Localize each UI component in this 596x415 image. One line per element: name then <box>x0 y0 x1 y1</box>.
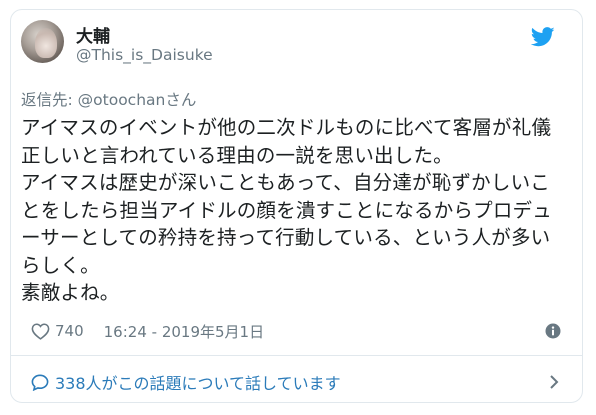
heart-icon[interactable] <box>31 322 50 340</box>
conversation-link[interactable]: 338人がこの話題について話しています <box>31 370 341 394</box>
avatar[interactable] <box>21 20 64 63</box>
tweet-meta: 740 16:24 - 2019年5月1日 <box>31 320 264 342</box>
author-display-name[interactable]: 大輔 <box>76 22 110 47</box>
timestamp[interactable]: 16:24 - 2019年5月1日 <box>104 321 264 342</box>
author-screen-name[interactable]: @This_is_Daisuke <box>76 46 213 64</box>
reply-to-label[interactable]: 返信先: @otoochanさん <box>21 88 196 110</box>
tweet-text: アイマスのイベントが他の二次ドルものに比べて客層が礼儀正しいと言われている理由の… <box>21 116 552 304</box>
chevron-right-icon[interactable] <box>549 374 559 390</box>
speech-bubble-icon <box>31 374 49 391</box>
info-icon[interactable] <box>545 323 561 339</box>
twitter-bird-icon[interactable] <box>531 27 555 47</box>
like-count[interactable]: 740 <box>55 322 84 340</box>
card-divider <box>10 355 583 356</box>
conversation-label: 338人がこの話題について話しています <box>55 374 341 393</box>
